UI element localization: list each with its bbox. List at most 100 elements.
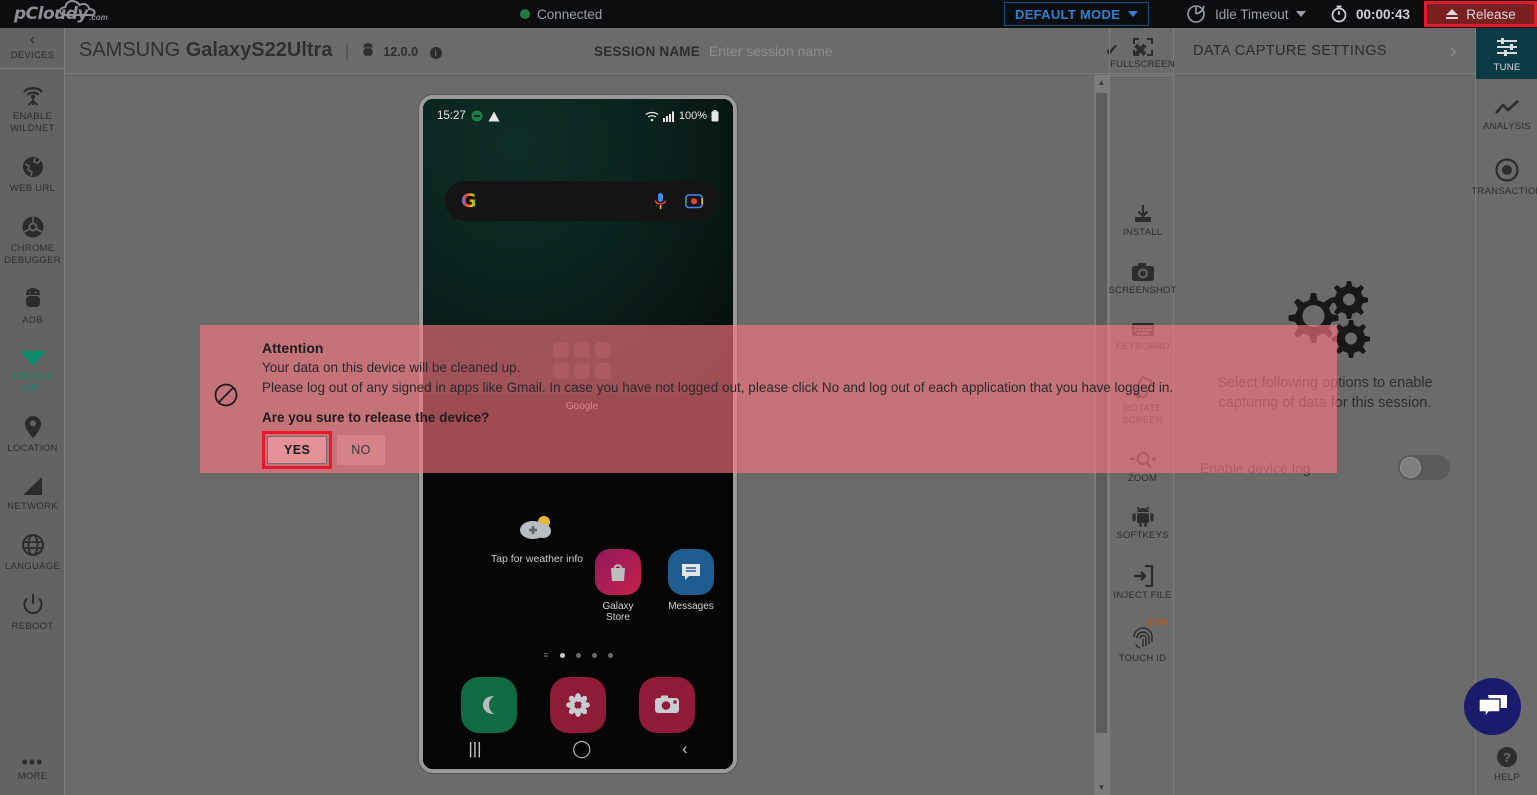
cloud-icon <box>59 0 96 17</box>
sidebar-item-language[interactable]: LANGUAGE <box>0 527 65 577</box>
connection-status: Connected <box>520 7 602 22</box>
tool-label: INSTALL <box>1122 226 1163 238</box>
google-g-icon: G <box>461 190 477 212</box>
battery-icon <box>711 110 719 122</box>
sidebar-item-chrome-debugger[interactable]: CHROME DEBUGGER <box>0 209 65 271</box>
sidebar-item-more[interactable]: ••• MORE <box>0 751 65 787</box>
sidebar-divider <box>0 68 64 69</box>
chat-bubble-icon <box>682 564 700 580</box>
scroll-up-arrow[interactable]: ▲ <box>1094 75 1109 90</box>
chat-support-button[interactable] <box>1464 678 1521 735</box>
location-pin-icon <box>24 416 41 438</box>
download-install-icon <box>1134 204 1151 222</box>
device-header: SAMSUNG GalaxyS22Ultra | 12.0.0 i SESSIO… <box>65 28 1174 74</box>
globe-icon <box>22 157 43 177</box>
sidebar-item-location[interactable]: LOCATION <box>0 409 65 459</box>
dialog-line-2: Please log out of any signed in apps lik… <box>262 380 1174 395</box>
app-messages[interactable]: Messages <box>664 549 718 612</box>
tool-inject-file[interactable]: INJECT FILE <box>1110 559 1175 606</box>
device-os-version: 12.0.0 <box>383 45 419 59</box>
phone-icon <box>483 696 495 714</box>
sidebar-item-reboot[interactable]: REBOOT <box>0 587 65 637</box>
page-dot[interactable] <box>559 652 565 658</box>
cancel-no-button[interactable]: NO <box>337 435 385 465</box>
sidebar-item-label: NETWORK <box>7 501 58 512</box>
sidebar-item-adb[interactable]: ADB <box>0 281 65 331</box>
sidebar-item-tune[interactable]: TUNE <box>1476 28 1537 79</box>
sidebar-item-label: WEB URL <box>9 183 56 194</box>
line-chart-icon <box>1495 100 1519 114</box>
pcloudy-logo[interactable]: pCloudy .com <box>14 0 108 24</box>
idle-clock-icon <box>1187 5 1205 23</box>
sidebar-item-enable-wildnet[interactable]: ENABLE WILDNET <box>0 77 65 139</box>
status-time: 15:27 <box>437 110 466 122</box>
idle-timeout-label: Idle Timeout <box>1215 6 1289 22</box>
android-icon <box>363 43 373 56</box>
sidebar-item-label: ENABLE WILDNET <box>10 111 55 134</box>
app-galaxy-store[interactable]: Galaxy Store <box>591 549 645 623</box>
default-mode-dropdown[interactable]: DEFAULT MODE <box>1004 2 1150 26</box>
dialog-line-1: Your data on this device will be cleaned… <box>262 360 521 375</box>
google-search-bar[interactable]: G <box>445 181 719 221</box>
data-capture-header[interactable]: DATA CAPTURE SETTINGS › <box>1175 28 1475 74</box>
session-name-input[interactable] <box>708 42 1039 59</box>
wifi-status-icon <box>645 111 659 121</box>
sidebar-item-analysis[interactable]: ANALYSIS <box>1476 91 1537 138</box>
sidebar-collapse-devices[interactable]: ‹ DEVICES <box>0 28 65 66</box>
scroll-down-arrow[interactable]: ▼ <box>1094 780 1109 795</box>
sidebar-help-label: HELP <box>1493 772 1521 783</box>
tool-label: TOUCH ID <box>1118 652 1167 664</box>
app-label: Messages <box>668 601 714 612</box>
apps-list-icon[interactable]: ≡ <box>543 650 548 660</box>
page-dot[interactable] <box>607 652 613 658</box>
info-icon[interactable]: i <box>429 47 442 59</box>
confirm-yes-button[interactable]: YES <box>267 436 328 464</box>
page-dot[interactable] <box>591 652 597 658</box>
app-contacts[interactable] <box>549 677 606 733</box>
home-button[interactable]: ◯ <box>572 739 591 759</box>
back-button[interactable]: ‹ <box>682 739 688 759</box>
home-page-indicator: ≡ <box>423 650 733 660</box>
sidebar-item-web-url[interactable]: WEB URL <box>0 149 65 199</box>
idle-timeout-dropdown[interactable]: Idle Timeout <box>1186 4 1306 24</box>
page-dot[interactable] <box>575 652 581 658</box>
sidebar-item-help[interactable]: ? HELP <box>1476 738 1537 789</box>
top-bar: pCloudy .com Connected DEFAULT MODE Idle… <box>0 0 1537 28</box>
google-lens-icon[interactable] <box>685 193 703 209</box>
release-button[interactable]: Release <box>1424 1 1537 27</box>
recents-button[interactable]: ||| <box>468 739 481 759</box>
battery-percent: 100% <box>678 110 707 122</box>
weather-widget[interactable]: Tap for weather info <box>467 514 607 565</box>
galaxy-store-icon <box>595 549 641 595</box>
release-label: Release <box>1466 6 1516 22</box>
camera-app-icon <box>654 695 679 713</box>
release-confirmation-dialog: Attention Your data on this device will … <box>200 325 1337 473</box>
tool-label: SOFTKEYS <box>1116 529 1169 541</box>
pcloudy-device-session-page: pCloudy .com Connected DEFAULT MODE Idle… <box>0 0 1537 795</box>
tool-fullscreen[interactable]: FULLSCREEN <box>1110 28 1175 75</box>
tool-install[interactable]: INSTALL <box>1110 198 1175 243</box>
tool-screenshot[interactable]: SCREENSHOT <box>1109 256 1176 301</box>
dialog-question: Are you sure to release the device? <box>262 410 490 425</box>
sidebar-item-label: LANGUAGE <box>4 561 61 572</box>
device-title: SAMSUNG GalaxyS22Ultra | 12.0.0 i <box>79 39 442 62</box>
app-phone[interactable] <box>461 677 518 733</box>
tool-touch-id[interactable]: BETA TOUCH ID <box>1110 618 1175 669</box>
camera-icon <box>1131 263 1154 281</box>
sidebar-item-toggle-wifi[interactable]: TOGGLE WIFI <box>0 341 65 399</box>
left-sidebar: ‹ DEVICES ENABLE WILDNET WEB URL CHROME … <box>0 28 65 795</box>
weather-icon <box>520 516 551 539</box>
enable-device-log-toggle[interactable] <box>1398 455 1450 480</box>
microphone-icon[interactable] <box>654 192 667 210</box>
tool-softkeys[interactable]: SOFTKEYS <box>1110 499 1175 546</box>
record-circle-icon <box>1495 158 1519 182</box>
data-capture-title: DATA CAPTURE SETTINGS <box>1193 42 1387 59</box>
sidebar-item-network[interactable]: NETWORK <box>0 469 65 517</box>
ellipsis-icon: ••• <box>21 752 44 772</box>
globe-grid-icon <box>21 534 44 556</box>
sidebar-item-transaction[interactable]: TRANSACTION <box>1471 150 1537 203</box>
dialog-buttons: YES NO <box>262 431 1173 469</box>
chevron-right-icon[interactable]: › <box>1450 39 1457 62</box>
messages-icon <box>668 549 714 595</box>
app-camera[interactable] <box>638 677 695 733</box>
